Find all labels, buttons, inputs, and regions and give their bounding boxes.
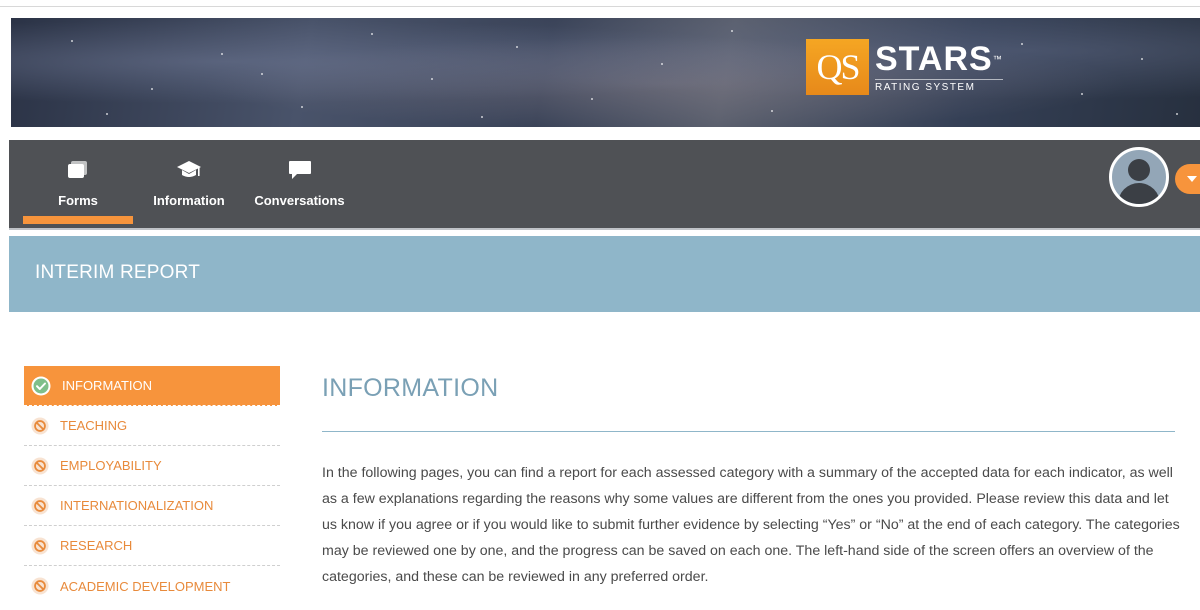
blocked-icon: [31, 577, 49, 595]
sidebar-item-label: INFORMATION: [62, 378, 153, 393]
trademark-symbol: ™: [992, 53, 1003, 64]
logo-mark: QS: [806, 39, 869, 95]
sidebar-item-label: RESEARCH: [60, 538, 133, 553]
nav-conversations[interactable]: Conversations: [247, 140, 352, 228]
nav-information-label: Information: [153, 193, 225, 208]
nav-conversations-label: Conversations: [254, 193, 345, 208]
sidebar-item-employability[interactable]: EMPLOYABILITY: [24, 446, 280, 486]
section-title: INTERIM REPORT: [35, 262, 201, 283]
user-avatar-icon[interactable]: [1109, 147, 1169, 207]
check-circle-icon: [31, 376, 51, 395]
sidebar-item-academic-development[interactable]: ACADEMIC DEVELOPMENT: [24, 566, 280, 606]
page-title: INFORMATION: [322, 374, 499, 402]
sidebar-item-label: INTERNATIONALIZATION: [60, 498, 214, 513]
top-divider: [0, 6, 1200, 7]
sidebar-item-label: EMPLOYABILITY: [60, 458, 162, 473]
sidebar-item-label: TEACHING: [60, 418, 128, 433]
nav-information[interactable]: Information: [144, 140, 234, 228]
graduation-cap-icon: [177, 161, 201, 177]
forms-icon: [68, 161, 87, 178]
intro-paragraph: In the following pages, you can find a r…: [322, 465, 1180, 585]
blocked-icon: [31, 416, 49, 435]
blocked-icon: [31, 536, 49, 555]
sidebar-item-research[interactable]: RESEARCH: [24, 526, 280, 566]
category-sidebar: INFORMATION TEACHING EMPLOYABILITY INTER…: [24, 366, 280, 606]
nav-forms-label: Forms: [58, 193, 98, 208]
blocked-icon: [31, 456, 49, 475]
nav-forms[interactable]: Forms: [23, 140, 133, 228]
sidebar-item-internationalization[interactable]: INTERNATIONALIZATION: [24, 486, 280, 526]
header-banner: QS STARS™ RATING SYSTEM: [11, 18, 1200, 127]
title-divider: [322, 431, 1175, 432]
chat-bubble-icon: [288, 161, 311, 179]
logo-subtitle: RATING SYSTEM: [875, 78, 1003, 93]
main-nav-bar: Forms Information Conversations: [9, 140, 1200, 228]
sidebar-item-information[interactable]: INFORMATION: [24, 366, 280, 406]
sidebar-item-teaching[interactable]: TEACHING: [24, 406, 280, 446]
qs-stars-logo: QS STARS™ RATING SYSTEM: [806, 39, 1003, 95]
caret-down-icon[interactable]: [1175, 164, 1200, 194]
section-header: INTERIM REPORT: [9, 236, 1200, 312]
nav-divider: [9, 228, 1200, 230]
blocked-icon: [31, 496, 49, 515]
logo-title: STARS: [875, 39, 993, 78]
sidebar-item-label: ACADEMIC DEVELOPMENT: [60, 578, 231, 594]
